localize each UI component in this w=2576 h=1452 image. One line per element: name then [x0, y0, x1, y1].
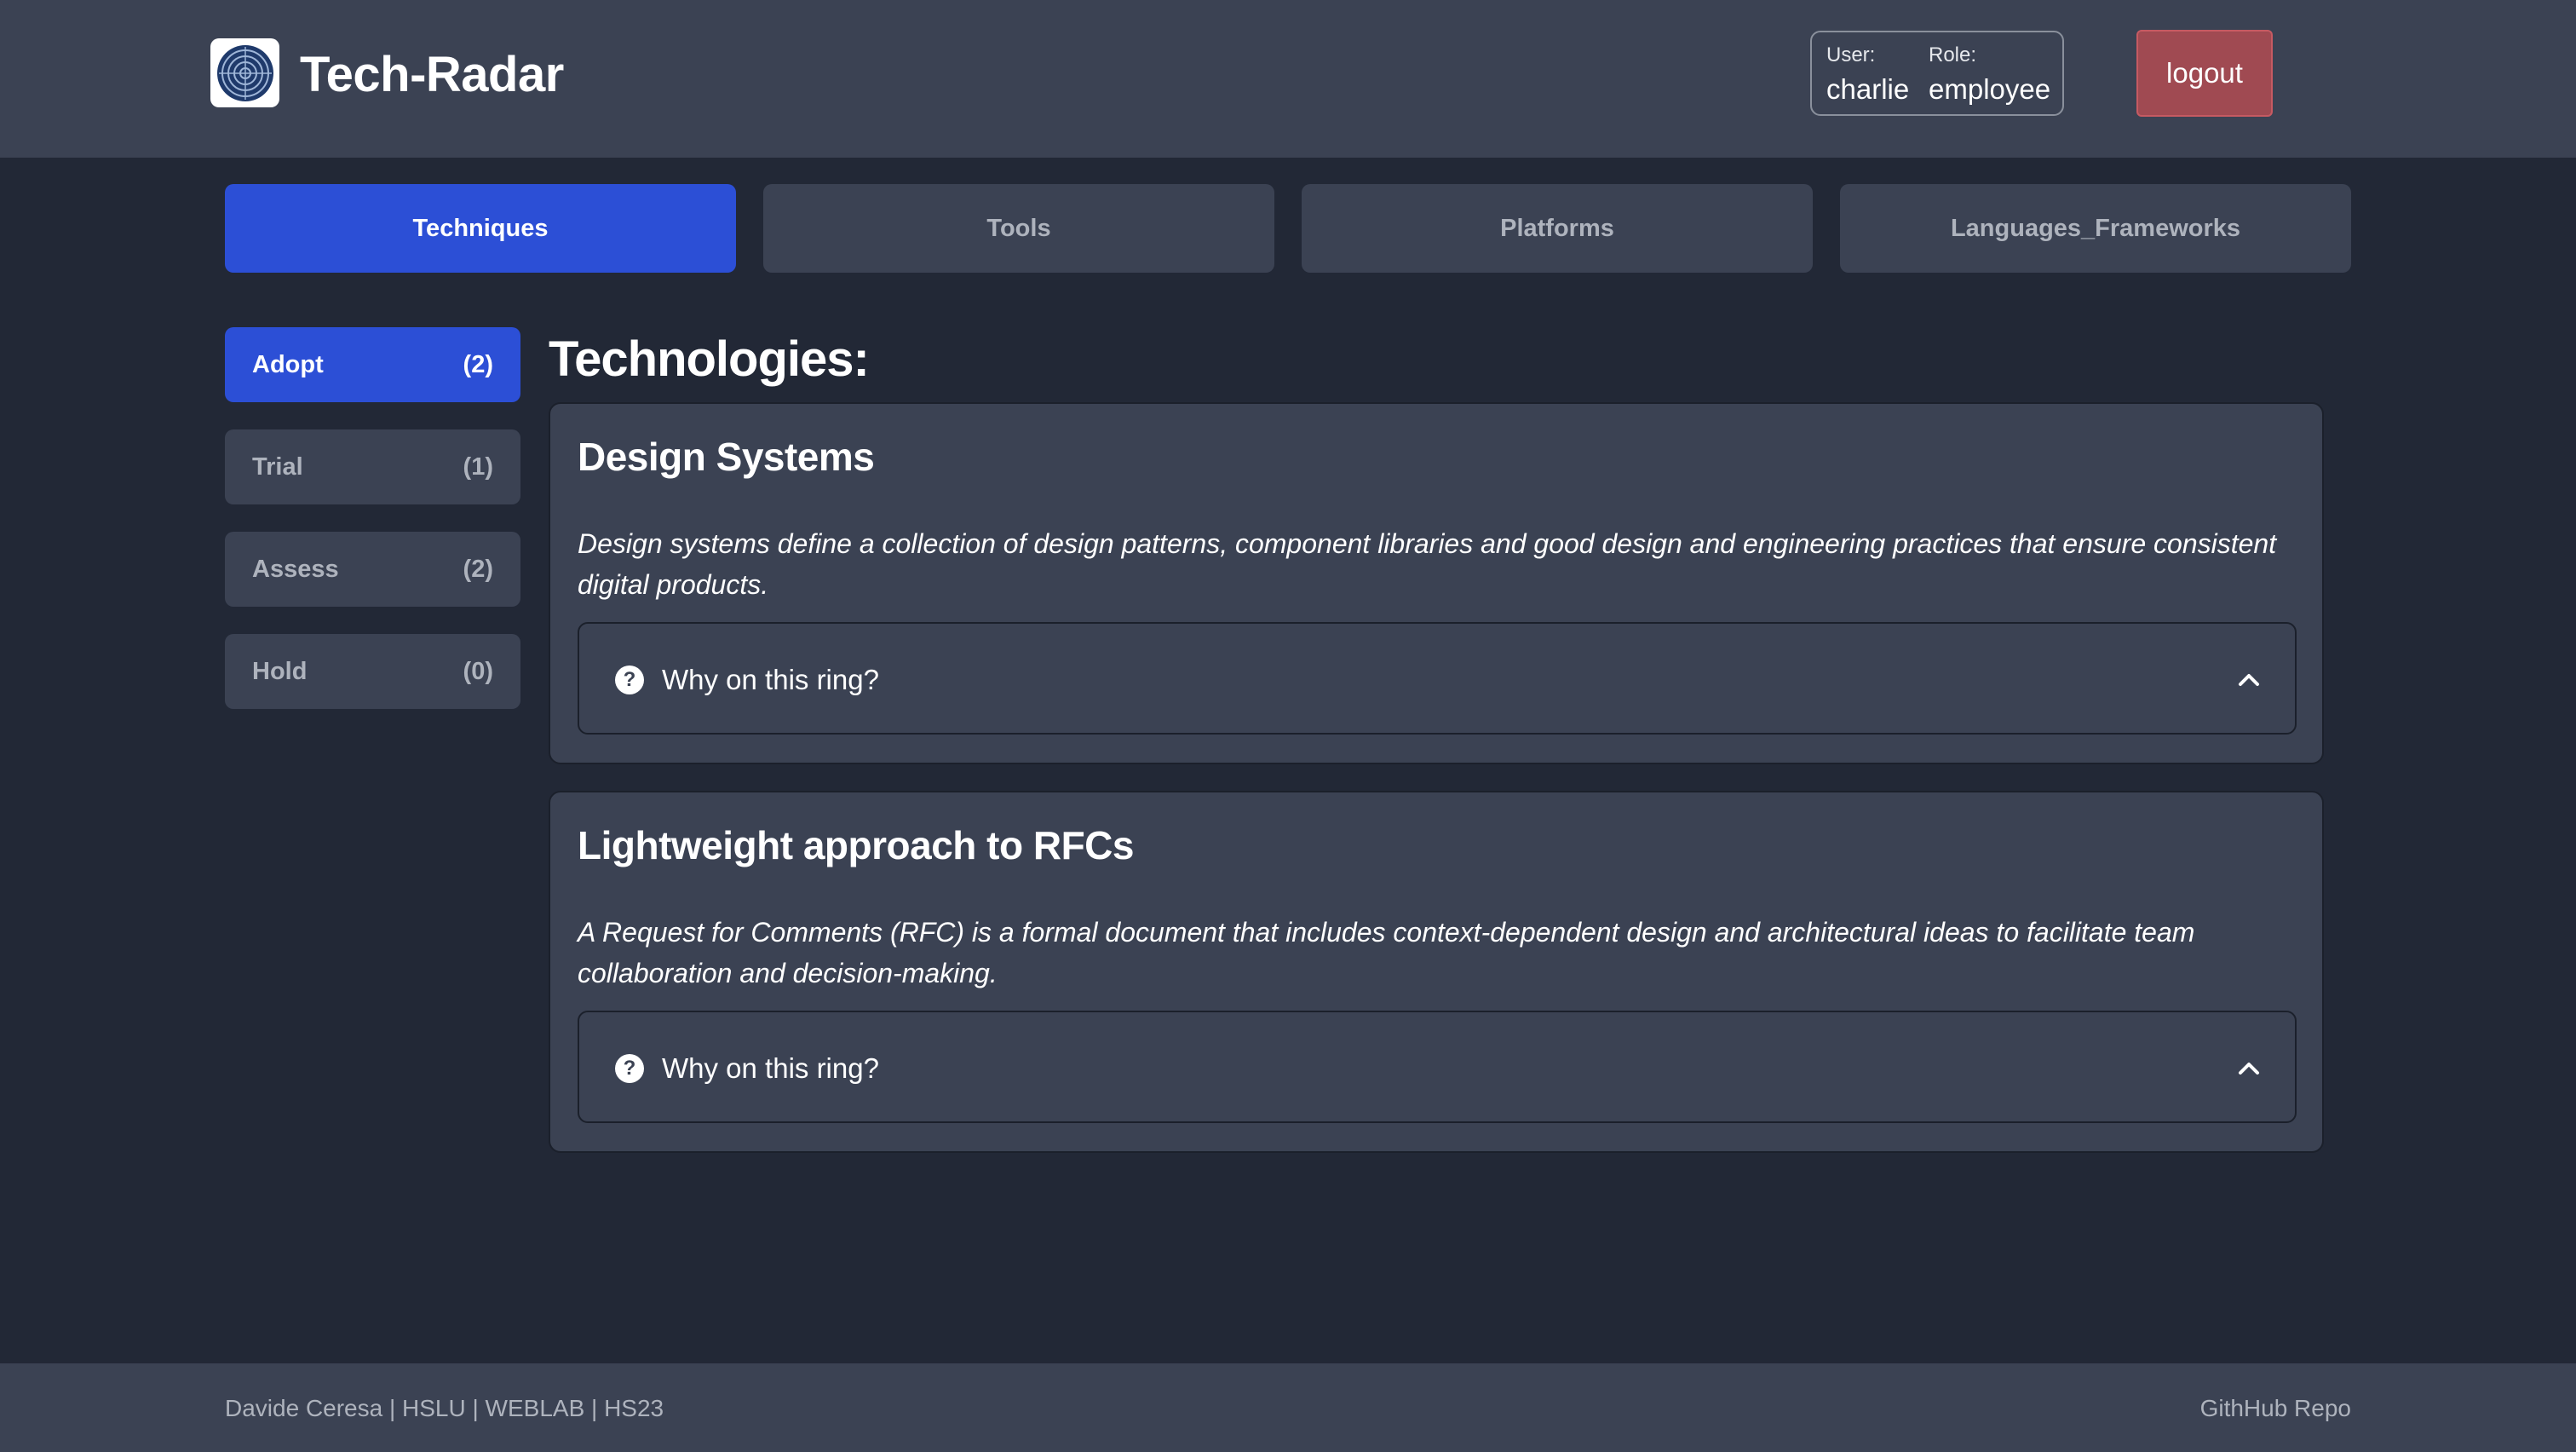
ring-label: Trial — [252, 452, 303, 481]
card-description: Design systems define a collection of de… — [578, 528, 2277, 600]
footer-credits: Davide Ceresa | HSLU | WEBLAB | HS23 — [225, 1395, 664, 1421]
accordion-label: Why on this ring? — [662, 1052, 879, 1084]
tab-tools[interactable]: Tools — [763, 184, 1274, 273]
page-footer: Davide Ceresa | HSLU | WEBLAB | HS23 Git… — [0, 1363, 2576, 1452]
ring-item-adopt[interactable]: Adopt (2) — [225, 327, 520, 402]
ring-label: Assess — [252, 555, 339, 583]
card-title: Design Systems — [578, 435, 875, 479]
question-circle-icon: ? — [615, 666, 644, 694]
technology-card: Design Systems Design systems define a c… — [549, 402, 2324, 764]
accordion-label: Why on this ring? — [662, 664, 879, 695]
user-column: User: charlie — [1826, 41, 1909, 109]
chevron-up-icon[interactable] — [2235, 1055, 2263, 1082]
user-info-box: User: charlie Role: employee — [1810, 31, 2064, 116]
chevron-up-icon[interactable] — [2235, 666, 2263, 694]
top-header: Tech-Radar User: charlie Role: employee … — [0, 0, 2576, 158]
tab-techniques[interactable]: Techniques — [225, 184, 736, 273]
ring-label: Hold — [252, 657, 308, 685]
user-value: charlie — [1826, 73, 1910, 105]
role-value: employee — [1929, 73, 2051, 105]
logout-button[interactable]: logout — [2136, 30, 2273, 117]
role-column: Role: employee — [1929, 41, 2050, 109]
role-label: Role: — [1929, 43, 1977, 66]
ring-count: (1) — [463, 452, 493, 481]
ring-item-trial[interactable]: Trial (1) — [225, 429, 520, 504]
ring-label: Adopt — [252, 350, 324, 378]
app-title: Tech-Radar — [300, 47, 564, 102]
card-description: A Request for Comments (RFC) is a formal… — [578, 917, 2195, 988]
card-title: Lightweight approach to RFCs — [578, 823, 1134, 867]
tab-platforms[interactable]: Platforms — [1302, 184, 1813, 273]
ring-count: (2) — [463, 350, 493, 378]
tab-languages-frameworks[interactable]: Languages_Frameworks — [1840, 184, 2351, 273]
ring-count: (2) — [463, 555, 493, 583]
ring-item-hold[interactable]: Hold (0) — [225, 634, 520, 709]
ring-item-assess[interactable]: Assess (2) — [225, 532, 520, 607]
why-on-ring-accordion[interactable]: ? Why on this ring? — [578, 1011, 2297, 1123]
why-on-ring-accordion[interactable]: ? Why on this ring? — [578, 622, 2297, 735]
ring-count: (0) — [463, 657, 493, 685]
github-repo-link[interactable]: GithHub Repo — [2200, 1392, 2351, 1426]
user-label: User: — [1826, 43, 1876, 66]
radar-logo-icon[interactable] — [210, 38, 279, 107]
technology-card: Lightweight approach to RFCs A Request f… — [549, 791, 2324, 1153]
question-circle-icon: ? — [615, 1054, 644, 1083]
page-title: Technologies: — [549, 331, 870, 387]
